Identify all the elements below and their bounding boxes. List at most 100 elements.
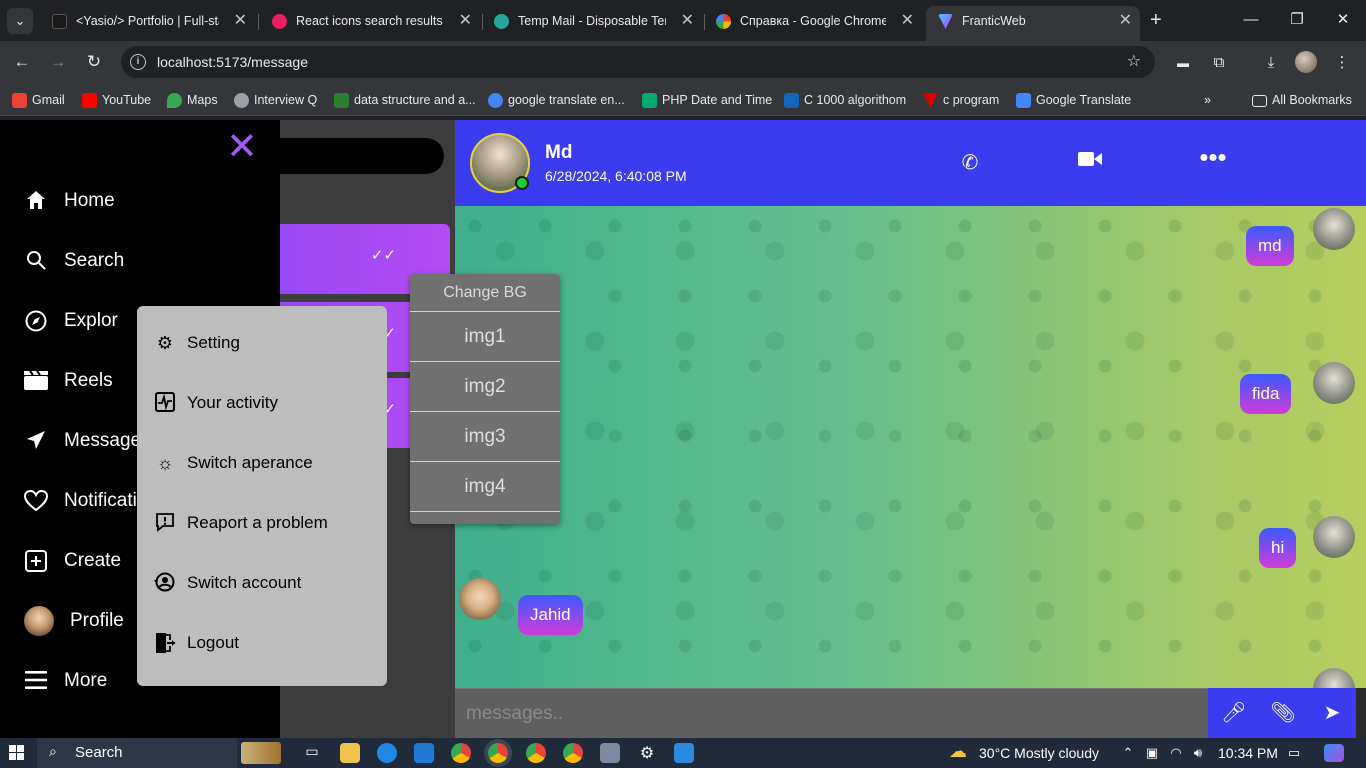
bookmark-interview[interactable]: Interview Q xyxy=(234,84,317,116)
close-icon[interactable]: ✕ xyxy=(234,6,247,36)
settings-gear-icon[interactable]: ⚙ xyxy=(637,743,657,763)
download-icon[interactable]: ⤓ xyxy=(1258,50,1284,76)
phone-call-icon[interactable]: ✆ xyxy=(955,150,985,175)
bookmark-gmail[interactable]: Gmail xyxy=(12,84,65,116)
windows-start-button[interactable] xyxy=(9,745,25,761)
chrome-icon[interactable] xyxy=(563,743,583,763)
attachment-icon[interactable]: 📎︎ xyxy=(1270,700,1296,725)
sidebar-item-create[interactable]: Create xyxy=(24,541,121,581)
tab-temp-mail[interactable]: Temp Mail - Disposable Tem ✕ xyxy=(482,6,702,36)
search-highlight-icon xyxy=(241,742,281,764)
address-bar[interactable]: i localhost:5173/message ☆ xyxy=(121,46,1155,78)
c-program-icon xyxy=(923,93,938,108)
send-icon[interactable]: ➤ xyxy=(1319,700,1345,725)
menu-item-switch-appearance[interactable]: ☼ Switch aperance xyxy=(153,445,313,481)
sidebar-item-notifications[interactable]: Notificati xyxy=(23,481,137,521)
file-explorer-icon[interactable] xyxy=(340,743,360,763)
sidebar-item-label: Notificati xyxy=(64,490,137,511)
chrome-icon[interactable] xyxy=(488,743,508,763)
tab-search-button[interactable]: ⌄ xyxy=(7,8,33,34)
notification-icon[interactable]: ▭ xyxy=(1286,745,1302,761)
menu-item-your-activity[interactable]: Your activity xyxy=(153,385,278,421)
message-actions: 🎤︎ 📎︎ ➤ xyxy=(1208,688,1356,738)
volume-icon[interactable]: 🔊︎ xyxy=(1190,745,1206,761)
sidebar-item-message[interactable]: Message xyxy=(24,421,141,461)
sidebar-item-more[interactable]: More xyxy=(24,661,107,701)
bookmark-google-translate-en[interactable]: google translate en... xyxy=(488,84,625,116)
menu-item-switch-account[interactable]: Switch account xyxy=(153,565,301,601)
sidebar-item-home[interactable]: Home xyxy=(24,181,115,221)
tab-portfolio[interactable]: <Yasio/> Portfolio | Full-stac ✕ xyxy=(40,6,255,36)
bookmarks-overflow-button[interactable]: » xyxy=(1192,84,1211,116)
bg-option-img4[interactable]: img4 xyxy=(410,462,560,512)
sidebar-item-profile[interactable]: Profile xyxy=(24,601,124,641)
message-input[interactable] xyxy=(455,689,1208,738)
close-icon[interactable]: ✕ xyxy=(1119,6,1132,36)
window-close-button[interactable]: ✕ xyxy=(1320,6,1366,34)
bookmark-star-icon[interactable]: ☆ xyxy=(1127,46,1141,78)
new-tab-button[interactable]: + xyxy=(1150,8,1162,32)
extensions-puzzle-icon[interactable]: ⧉ xyxy=(1206,50,1232,76)
sidebar-item-search[interactable]: Search xyxy=(24,241,124,281)
tab-react-icons[interactable]: React icons search results ✕ xyxy=(260,6,480,36)
chrome-icon[interactable] xyxy=(451,743,471,763)
app-icon[interactable] xyxy=(600,743,620,763)
forward-button[interactable]: → xyxy=(45,49,71,75)
edge-icon[interactable] xyxy=(377,743,397,763)
close-sidebar-icon[interactable]: ✕ xyxy=(226,128,258,166)
close-icon[interactable]: ✕ xyxy=(681,6,694,36)
chevron-up-icon[interactable]: ⌃ xyxy=(1120,745,1136,761)
profile-avatar[interactable] xyxy=(1295,51,1317,73)
device-icon[interactable]: ▣ xyxy=(1144,745,1160,761)
chat-search-input[interactable] xyxy=(280,138,444,174)
bookmark-google-translate[interactable]: Google Translate xyxy=(1016,84,1131,116)
photos-icon[interactable] xyxy=(674,743,694,763)
tab-franticweb[interactable]: FranticWeb ✕ xyxy=(926,6,1140,41)
back-button[interactable]: ← xyxy=(9,49,35,75)
minimize-button[interactable]: — xyxy=(1228,6,1274,34)
weather-icon[interactable]: ☁ xyxy=(946,742,970,760)
gear-icon: ⚙ xyxy=(156,333,174,353)
sidebar-item-explore[interactable]: Explor xyxy=(24,301,118,341)
close-icon[interactable]: ✕ xyxy=(459,6,472,36)
web-page: ✓✓ ✓ ✓ Md 6/28/2024, 6:40:08 PM ✆ ••• md… xyxy=(0,120,1366,738)
wifi-icon[interactable]: ◠ xyxy=(1168,745,1184,761)
bookmark-maps[interactable]: Maps xyxy=(167,84,218,116)
more-options-icon[interactable]: ••• xyxy=(1198,142,1228,173)
bookmark-data-structure[interactable]: data structure and a... xyxy=(334,84,476,116)
sender-avatar xyxy=(1313,208,1355,250)
reload-button[interactable]: ↻ xyxy=(81,49,107,75)
bg-option-img2[interactable]: img2 xyxy=(410,362,560,412)
site-info-icon[interactable]: i xyxy=(130,54,146,70)
chrome-menu-icon[interactable]: ⋮ xyxy=(1329,50,1355,76)
copilot-icon[interactable] xyxy=(1324,744,1344,762)
tab-title: FranticWeb xyxy=(962,14,1026,28)
menu-item-report-problem[interactable]: Reaport a problem xyxy=(153,505,328,541)
weather-text[interactable]: 30°C Mostly cloudy xyxy=(979,738,1099,768)
sidebar-item-reels[interactable]: Reels xyxy=(24,361,113,401)
video-call-icon[interactable] xyxy=(1075,150,1105,174)
message-bubble-received: Jahid xyxy=(518,595,583,635)
contact-avatar[interactable] xyxy=(470,133,530,193)
chrome-icon[interactable] xyxy=(526,743,546,763)
bg-option-img3[interactable]: img3 xyxy=(410,412,560,462)
globe-icon xyxy=(234,93,249,108)
menu-item-logout[interactable]: Logout xyxy=(153,625,239,661)
address-url[interactable]: localhost:5173/message xyxy=(157,46,308,78)
clock[interactable]: 10:34 PM xyxy=(1218,738,1278,768)
restore-button[interactable]: ❐ xyxy=(1274,6,1320,34)
extension-icon[interactable]: ▬ xyxy=(1170,50,1196,76)
taskbar-search-box[interactable]: ⌕ Search xyxy=(37,738,281,768)
bookmark-c-algorithm[interactable]: C 1000 algorithom xyxy=(784,84,906,116)
menu-item-setting[interactable]: ⚙ Setting xyxy=(153,325,240,361)
close-icon[interactable]: ✕ xyxy=(901,6,914,36)
all-bookmarks-button[interactable]: All Bookmarks xyxy=(1252,84,1352,116)
vscode-icon[interactable] xyxy=(414,743,434,763)
bookmark-php[interactable]: PHP Date and Time xyxy=(642,84,772,116)
bookmark-youtube[interactable]: YouTube xyxy=(82,84,151,116)
tab-chrome-help[interactable]: Справка - Google Chrome ✕ xyxy=(704,6,922,36)
microphone-icon[interactable]: 🎤︎ xyxy=(1221,700,1247,725)
task-view-icon[interactable]: ▭ xyxy=(302,743,322,763)
bookmark-c-program[interactable]: c program xyxy=(923,84,999,116)
bg-option-img1[interactable]: img1 xyxy=(410,312,560,362)
